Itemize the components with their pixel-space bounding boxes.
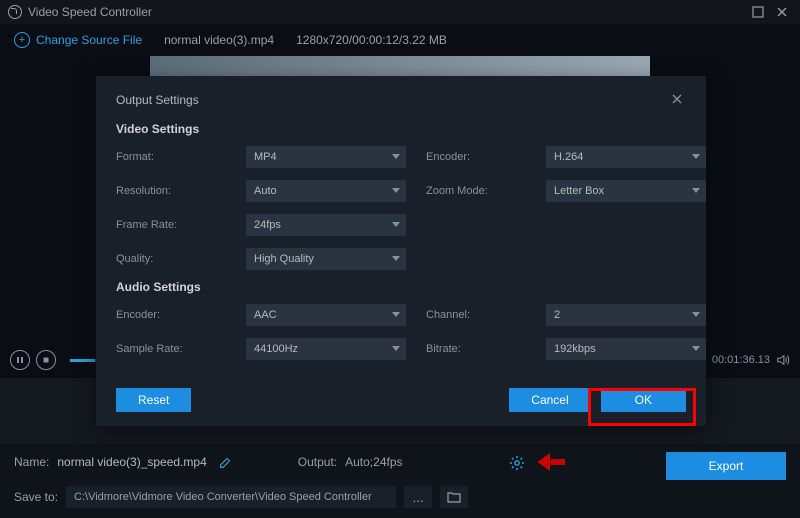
quality-select[interactable]: High Quality [246, 248, 406, 270]
audio-encoder-select[interactable]: AAC [246, 304, 406, 326]
name-label: Name: [14, 455, 49, 469]
modal-title: Output Settings [116, 93, 199, 107]
zoom-label: Zoom Mode: [426, 185, 526, 197]
chevron-down-icon [692, 188, 700, 193]
output-label: Output: [298, 455, 337, 469]
source-fileinfo: 1280x720/00:00:12/3.22 MB [296, 33, 447, 47]
channel-select[interactable]: 2 [546, 304, 706, 326]
change-source-button[interactable]: + Change Source File [14, 32, 142, 48]
video-encoder-label: Encoder: [426, 151, 526, 163]
channel-label: Channel: [426, 309, 526, 321]
zoom-select[interactable]: Letter Box [546, 180, 706, 202]
audio-encoder-label: Encoder: [116, 309, 226, 321]
bitrate-label: Bitrate: [426, 343, 526, 355]
format-value: MP4 [254, 151, 277, 163]
samplerate-select[interactable]: 44100Hz [246, 338, 406, 360]
bitrate-select[interactable]: 192kbps [546, 338, 706, 360]
modal-close-button[interactable] [670, 92, 686, 108]
toolbar: + Change Source File normal video(3).mp4… [0, 24, 800, 56]
progress-fill [70, 359, 95, 362]
volume-icon[interactable] [776, 353, 790, 367]
close-button[interactable] [772, 4, 792, 20]
video-encoder-select[interactable]: H.264 [546, 146, 706, 168]
chevron-down-icon [692, 312, 700, 317]
bottom-panel: Name: normal video(3)_speed.mp4 Output: … [0, 444, 800, 518]
titlebar: Video Speed Controller [0, 0, 800, 24]
change-source-label: Change Source File [36, 33, 142, 47]
export-button[interactable]: Export [666, 452, 786, 480]
play-button[interactable] [10, 350, 30, 370]
chevron-down-icon [392, 346, 400, 351]
quality-value: High Quality [254, 253, 314, 265]
samplerate-label: Sample Rate: [116, 343, 226, 355]
app-title: Video Speed Controller [28, 5, 152, 19]
stop-button[interactable] [36, 350, 56, 370]
ok-button[interactable]: OK [601, 388, 686, 412]
plus-circle-icon: + [14, 32, 30, 48]
output-name: normal video(3)_speed.mp4 [57, 455, 206, 469]
framerate-select[interactable]: 24fps [246, 214, 406, 236]
samplerate-value: 44100Hz [254, 343, 298, 355]
framerate-value: 24fps [254, 219, 281, 231]
chevron-down-icon [392, 154, 400, 159]
resolution-select[interactable]: Auto [246, 180, 406, 202]
open-folder-button[interactable] [440, 486, 468, 508]
chevron-down-icon [692, 154, 700, 159]
zoom-value: Letter Box [554, 185, 604, 197]
audio-settings-heading: Audio Settings [116, 280, 686, 294]
time-total: 00:01:36.13 [712, 354, 770, 366]
channel-value: 2 [554, 309, 560, 321]
app-logo-icon [8, 5, 22, 19]
chevron-down-icon [392, 188, 400, 193]
output-settings-button[interactable] [509, 455, 523, 469]
minimize-button[interactable] [748, 4, 768, 20]
source-filename: normal video(3).mp4 [164, 33, 274, 47]
chevron-down-icon [392, 312, 400, 317]
audio-encoder-value: AAC [254, 309, 277, 321]
format-select[interactable]: MP4 [246, 146, 406, 168]
annotation-arrow-icon [537, 451, 567, 473]
cancel-button[interactable]: Cancel [509, 388, 590, 412]
output-value: Auto;24fps [345, 455, 402, 469]
bitrate-value: 192kbps [554, 343, 596, 355]
output-settings-modal: Output Settings Video Settings Format: M… [96, 76, 706, 426]
resolution-label: Resolution: [116, 185, 226, 197]
reset-button[interactable]: Reset [116, 388, 191, 412]
quality-label: Quality: [116, 253, 226, 265]
save-to-label: Save to: [14, 490, 58, 504]
browse-button[interactable]: ... [404, 486, 432, 508]
format-label: Format: [116, 151, 226, 163]
chevron-down-icon [692, 346, 700, 351]
framerate-label: Frame Rate: [116, 219, 226, 231]
chevron-down-icon [392, 256, 400, 261]
edit-name-button[interactable] [219, 456, 232, 469]
video-settings-heading: Video Settings [116, 122, 686, 136]
resolution-value: Auto [254, 185, 277, 197]
chevron-down-icon [392, 222, 400, 227]
output-value-box: Auto;24fps [345, 455, 495, 469]
save-path-input[interactable] [66, 486, 396, 508]
video-encoder-value: H.264 [554, 151, 583, 163]
